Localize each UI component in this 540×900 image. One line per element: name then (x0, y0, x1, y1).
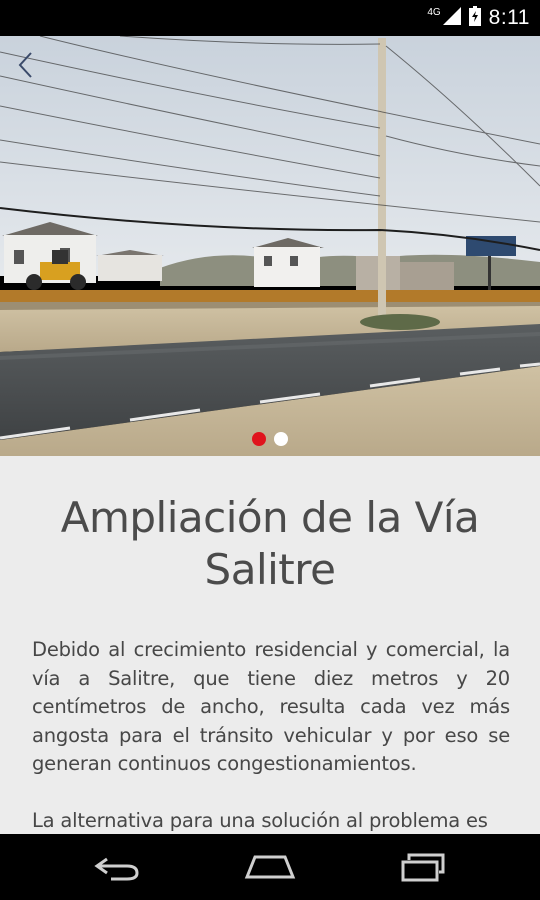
home-icon (244, 855, 296, 879)
signal-icon (442, 6, 461, 30)
status-bar: 4G 8:11 (0, 0, 540, 36)
clock: 8:11 (488, 6, 530, 29)
app-screen: 4G 8:11 Ampliación de la Vía Salitre Deb… (0, 0, 540, 900)
nav-home-button[interactable] (235, 842, 305, 892)
pager-dot-1[interactable] (252, 432, 266, 446)
article-content[interactable]: Ampliación de la Vía Salitre Debido al c… (0, 456, 540, 834)
article-paragraph: Debido al crecimiento residencial y come… (32, 638, 510, 775)
network-type-label: 4G (427, 6, 441, 18)
article-title: Ampliación de la Vía Salitre (60, 493, 480, 594)
nav-back-button[interactable] (82, 842, 152, 892)
pager-dot-2[interactable] (274, 432, 288, 446)
system-navigation-bar (0, 834, 540, 900)
road-construction-photo (0, 36, 540, 456)
nav-recent-apps-button[interactable] (388, 842, 458, 892)
article-body: Debido al crecimiento residencial y come… (0, 636, 540, 834)
back-button[interactable] (8, 48, 42, 82)
chevron-left-icon (18, 52, 32, 78)
image-pager-indicator (0, 432, 540, 446)
status-icons: 4G 8:11 (427, 0, 530, 36)
back-icon (94, 857, 139, 881)
recent-apps-icon (401, 853, 445, 882)
article-paragraph: La alternativa para una solución al prob… (32, 808, 488, 832)
hero-image[interactable] (0, 36, 540, 456)
battery-icon (468, 5, 481, 31)
